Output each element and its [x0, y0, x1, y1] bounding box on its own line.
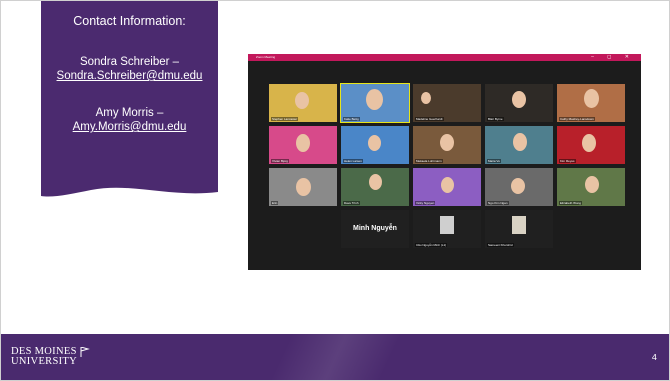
participant-display-name: Minh Nguyễn [353, 225, 397, 232]
contact-person-2-email-link[interactable]: Amy.Morris@dmu.edu [73, 121, 187, 133]
participant-name: Mekaela Lohrmann [415, 159, 443, 163]
logo-line-2: UNIVERSITY [11, 356, 77, 367]
participant-name: Ngo Kim Ngan [487, 201, 509, 205]
participant-name: Katie Bettg [343, 117, 360, 121]
zoom-meeting-screenshot: Zoom Meeting – ◻ ✕ Stephen Lancaster Kat… [248, 54, 641, 270]
video-tile: Cathy Mashey-Lansdown [557, 84, 625, 122]
video-tile: Maria Vu [485, 126, 553, 164]
footer-shade [270, 334, 402, 380]
page-number: 4 [651, 353, 657, 363]
participant-name: Dave Trinh [343, 201, 360, 205]
video-tile: Vivian Bjorg [269, 126, 337, 164]
participant-name: Maria Vu [487, 159, 501, 163]
video-tile: Elizabeth Wong [557, 168, 625, 206]
participant-name: Vivian Bjorg [271, 159, 289, 163]
video-tile: Blair Byme [485, 84, 553, 122]
video-tile: Stephen Lancaster [269, 84, 337, 122]
participant-name: Cathy Mashey-Lansdown [559, 117, 595, 121]
profile-photo [440, 216, 454, 234]
profile-photo [512, 216, 526, 234]
video-tile: Ngo Kim Ngan [485, 168, 553, 206]
video-tile: Erin [269, 168, 337, 206]
contact-banner: Contact Information: Sondra Schreiber – … [41, 1, 218, 197]
video-tile-camera-off: Minh Nguyễn [341, 210, 409, 248]
contact-title: Contact Information: [73, 14, 186, 28]
zoom-title-bar: Zoom Meeting – ◻ ✕ [248, 54, 641, 61]
logo-flag-icon [80, 347, 90, 357]
contact-person-1: Sondra Schreiber – Sondra.Schreiber@dmu.… [41, 55, 218, 83]
video-tile: Dave Trinh [341, 168, 409, 206]
zoom-window-controls: – ◻ ✕ [591, 54, 635, 60]
video-tile: Helen Larsen [341, 126, 409, 164]
contact-person-2: Amy Morris – Amy.Morris@dmu.edu [41, 106, 218, 134]
contact-person-1-email-link[interactable]: Sondra.Schreiber@dmu.edu [57, 70, 203, 82]
video-tile: Kim Reyes [557, 126, 625, 164]
university-logo: DES MOINES UNIVERSITY [11, 346, 90, 367]
participant-name: Erin [271, 201, 279, 205]
participant-name: Sameeni Khurshid [487, 243, 514, 247]
footer-bar: DES MOINES UNIVERSITY 4 [1, 334, 669, 380]
video-tile-camera-off: Cầu Nguyễn Minh (L1) [413, 210, 481, 248]
participant-name: Stephen Lancaster [271, 117, 299, 121]
slide: Contact Information: Sondra Schreiber – … [0, 0, 670, 381]
video-tile: Mekaela Lohrmann [413, 126, 481, 164]
video-tile-active-speaker: Katie Bettg [340, 83, 410, 123]
video-tile: Madeline Geerhardt [413, 84, 481, 122]
participant-name: Kim Reyes [559, 159, 576, 163]
participant-name: Madeline Geerhardt [415, 117, 444, 121]
contact-person-2-name: Amy Morris – [95, 107, 164, 119]
participant-name: Elizabeth Wong [559, 201, 582, 205]
video-tile: Vicky Nguyen [413, 168, 481, 206]
contact-person-1-name: Sondra Schreiber – [79, 56, 180, 68]
zoom-window-title: Zoom Meeting [256, 55, 276, 59]
participant-name: Vicky Nguyen [415, 201, 436, 205]
banner-wave-edge [41, 178, 218, 197]
video-tile-camera-off: Sameeni Khurshid [485, 210, 553, 248]
participant-name: Cầu Nguyễn Minh (L1) [415, 243, 448, 247]
participant-name: Helen Larsen [343, 159, 363, 163]
participant-name: Blair Byme [487, 117, 504, 121]
